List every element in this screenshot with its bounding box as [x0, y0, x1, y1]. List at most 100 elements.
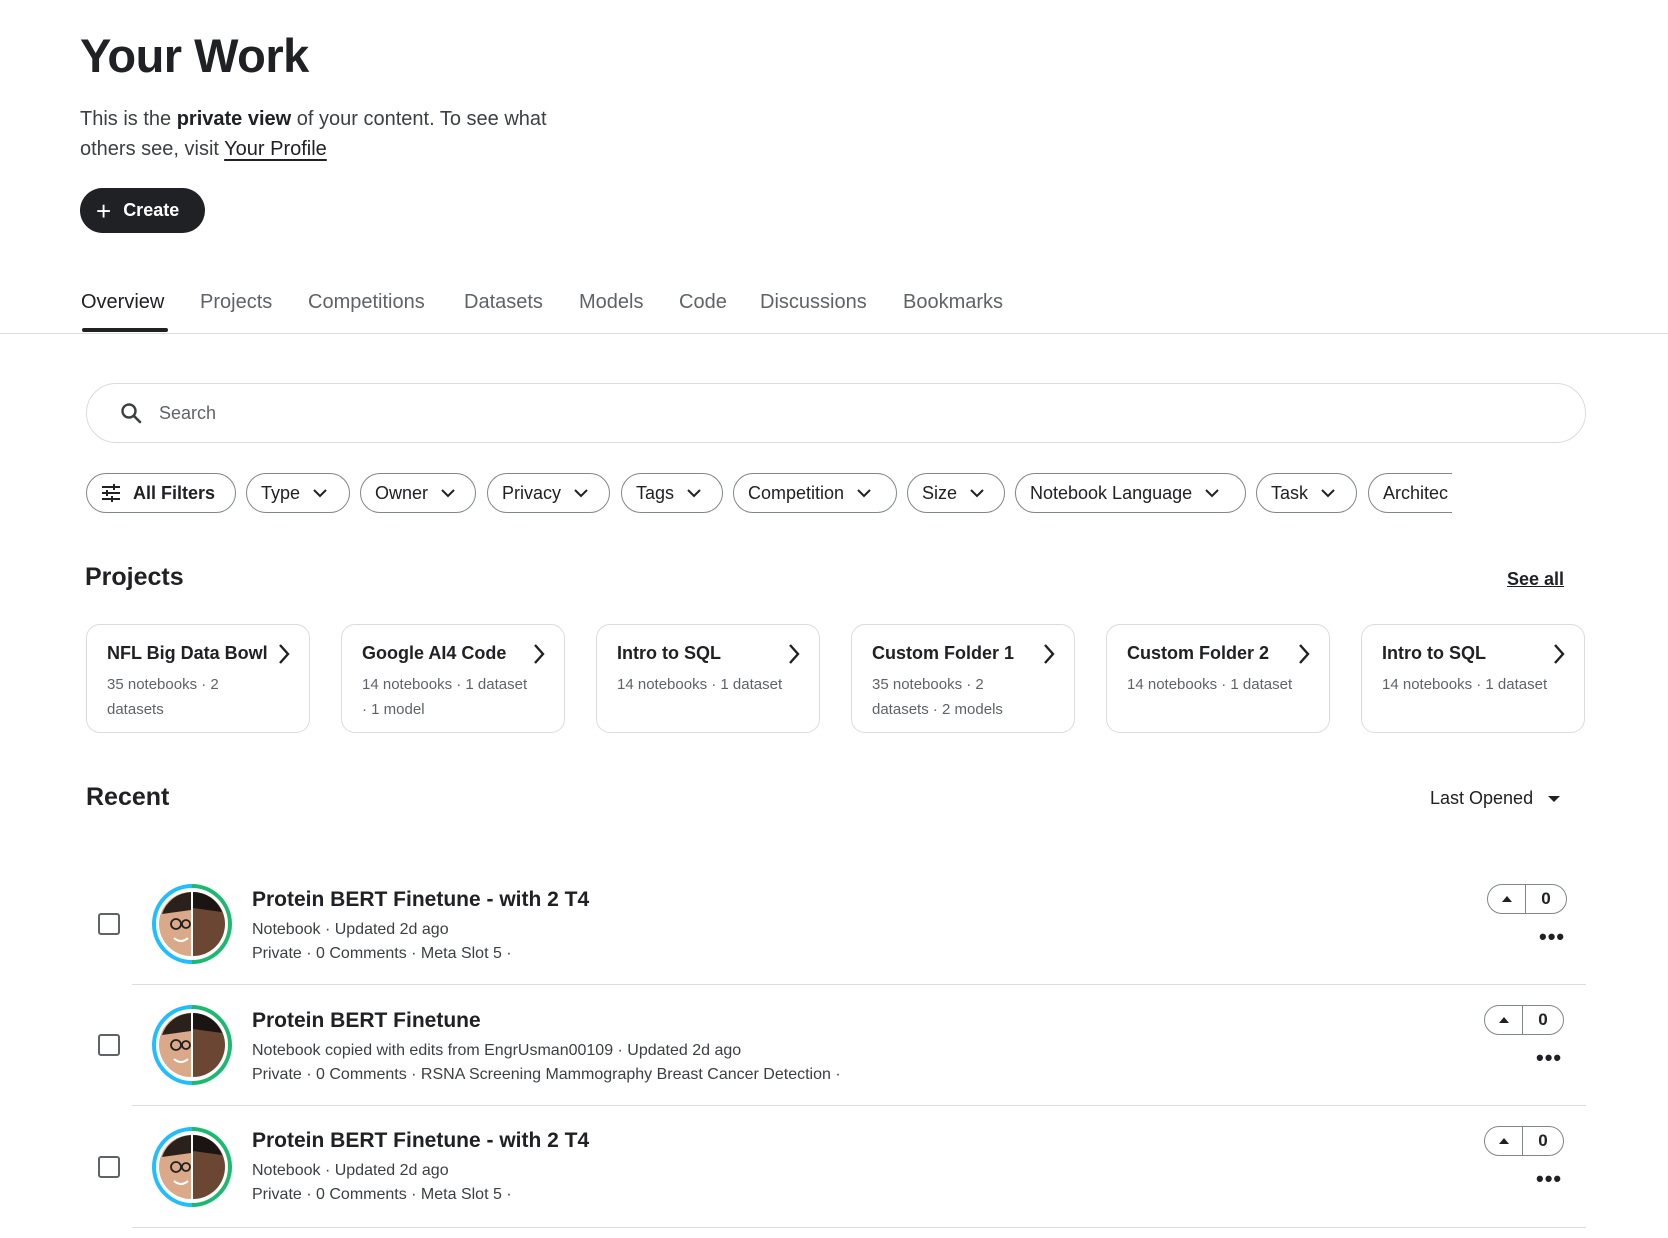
divider [132, 1105, 1586, 1106]
chevron-right-icon [279, 644, 290, 664]
more-icon[interactable]: ••• [1536, 1166, 1562, 1192]
active-tab-indicator [82, 328, 168, 332]
project-card-title: Intro to SQL [617, 643, 721, 663]
recent-heading: Recent [86, 783, 170, 811]
select-checkbox[interactable] [98, 913, 120, 935]
search-icon [121, 403, 142, 424]
chevron-right-icon [1044, 644, 1055, 664]
size-filter[interactable]: Size [907, 473, 1005, 513]
tab-models[interactable]: Models [579, 291, 643, 314]
vote-button[interactable]: 0 [1484, 1005, 1564, 1035]
chevron-down-icon [857, 489, 871, 498]
tab-projects[interactable]: Projects [200, 291, 272, 314]
select-checkbox[interactable] [98, 1034, 120, 1056]
chevron-right-icon [789, 644, 800, 664]
recent-item[interactable]: Protein BERT Finetune Notebook copied wi… [0, 991, 1668, 1111]
chevron-down-icon [970, 489, 984, 498]
chevron-down-icon [441, 489, 455, 498]
page-title: Your Work [80, 29, 309, 82]
architecture-filter[interactable]: Architec [1368, 473, 1452, 513]
caret-down-icon [1548, 795, 1561, 802]
project-card-title: Intro to SQL [1382, 643, 1486, 663]
chevron-right-icon [1554, 644, 1565, 664]
avatar-icon [152, 1005, 232, 1085]
avatar-icon [152, 884, 232, 964]
create-button[interactable]: + Create [80, 188, 205, 233]
project-card-title: Custom Folder 2 [1127, 643, 1270, 663]
plus-icon: + [96, 195, 112, 226]
project-card-meta: 14 notebooks · 1 dataset [617, 676, 783, 693]
item-title[interactable]: Protein BERT Finetune [252, 1009, 481, 1033]
project-card-meta: 35 notebooks · 2 datasets [107, 676, 219, 718]
item-meta: Private · 0 Comments · Meta Slot 5 · [252, 945, 512, 962]
vote-count: 0 [1538, 1010, 1548, 1029]
avatar-icon [152, 1127, 232, 1207]
sort-dropdown[interactable]: Last Opened [1430, 788, 1561, 809]
projects-heading: Projects [85, 563, 184, 591]
chevron-right-icon [534, 644, 545, 664]
upvote-icon[interactable] [1485, 1127, 1523, 1155]
more-icon[interactable]: ••• [1539, 924, 1565, 950]
project-card-meta: 14 notebooks · 1 dataset · 1 model [362, 676, 528, 718]
project-card[interactable]: Custom Folder 1 35 notebooks · 2 dataset… [851, 624, 1075, 733]
item-title[interactable]: Protein BERT Finetune - with 2 T4 [252, 1129, 589, 1153]
intro-text: This is the private view of your content… [80, 108, 547, 160]
select-checkbox[interactable] [98, 1156, 120, 1178]
create-button-label: Create [123, 200, 180, 220]
all-filters-label: All Filters [133, 482, 216, 503]
project-card-meta: 35 notebooks · 2 datasets · 2 models [872, 676, 1003, 718]
recent-item[interactable]: Protein BERT Finetune - with 2 T4 Notebo… [0, 870, 1668, 990]
your-profile-link[interactable]: Your Profile [224, 138, 327, 160]
vote-button[interactable]: 0 [1487, 884, 1567, 914]
project-card-meta: 14 notebooks · 1 dataset [1127, 676, 1293, 693]
chevron-down-icon [1321, 489, 1335, 498]
recent-item[interactable]: Protein BERT Finetune - with 2 T4 Notebo… [0, 1113, 1668, 1233]
chevron-down-icon [687, 489, 701, 498]
tab-discussions[interactable]: Discussions [760, 291, 867, 314]
divider [132, 984, 1586, 985]
task-filter[interactable]: Task [1256, 473, 1357, 513]
vote-button[interactable]: 0 [1484, 1126, 1564, 1156]
project-card-title: Google AI4 Code [362, 643, 507, 663]
divider [132, 1227, 1586, 1228]
project-card-title: NFL Big Data Bowl [107, 643, 268, 663]
all-filters-chip[interactable]: All Filters [86, 473, 236, 513]
tab-datasets[interactable]: Datasets [464, 291, 543, 314]
filter-chips: All Filters Type Owner Privacy Tags Comp… [86, 473, 1452, 515]
tab-bar: Overview Projects Competitions Datasets … [0, 285, 1668, 334]
project-card[interactable]: Google AI4 Code 14 notebooks · 1 dataset… [341, 624, 565, 733]
page-header: Your Work This is the private view of yo… [80, 28, 780, 164]
item-subtitle: Notebook · Updated 2d ago [252, 921, 449, 938]
chevron-down-icon [574, 489, 588, 498]
type-filter[interactable]: Type [246, 473, 350, 513]
project-card[interactable]: Custom Folder 2 14 notebooks · 1 dataset [1106, 624, 1330, 733]
project-card[interactable]: NFL Big Data Bowl 35 notebooks · 2 datas… [86, 624, 310, 733]
notebook-language-filter[interactable]: Notebook Language [1015, 473, 1246, 513]
item-subtitle: Notebook · Updated 2d ago [252, 1162, 449, 1179]
chevron-down-icon [313, 489, 327, 498]
owner-filter[interactable]: Owner [360, 473, 476, 513]
tab-code[interactable]: Code [679, 291, 727, 314]
item-meta: Private · 0 Comments · Meta Slot 5 · [252, 1186, 512, 1203]
tab-bookmarks[interactable]: Bookmarks [903, 291, 1003, 314]
tab-competitions[interactable]: Competitions [308, 291, 425, 314]
search-input[interactable] [159, 402, 1359, 424]
see-all-link[interactable]: See all [1507, 569, 1564, 590]
sort-label: Last Opened [1430, 788, 1534, 808]
tags-filter[interactable]: Tags [621, 473, 723, 513]
vote-count: 0 [1541, 889, 1551, 908]
search-bar[interactable] [86, 383, 1586, 443]
privacy-filter[interactable]: Privacy [487, 473, 610, 513]
competition-filter[interactable]: Competition [733, 473, 897, 513]
more-icon[interactable]: ••• [1536, 1045, 1562, 1071]
upvote-icon[interactable] [1485, 1006, 1523, 1034]
upvote-icon[interactable] [1488, 885, 1526, 913]
project-card[interactable]: Intro to SQL 14 notebooks · 1 dataset [596, 624, 820, 733]
chevron-down-icon [1205, 489, 1219, 498]
item-title[interactable]: Protein BERT Finetune - with 2 T4 [252, 888, 589, 912]
tab-overview[interactable]: Overview [81, 291, 164, 314]
vote-count: 0 [1538, 1131, 1548, 1150]
project-card[interactable]: Intro to SQL 14 notebooks · 1 dataset [1361, 624, 1585, 733]
filter-sliders-icon [102, 484, 120, 502]
project-card-title: Custom Folder 1 [872, 643, 1015, 663]
